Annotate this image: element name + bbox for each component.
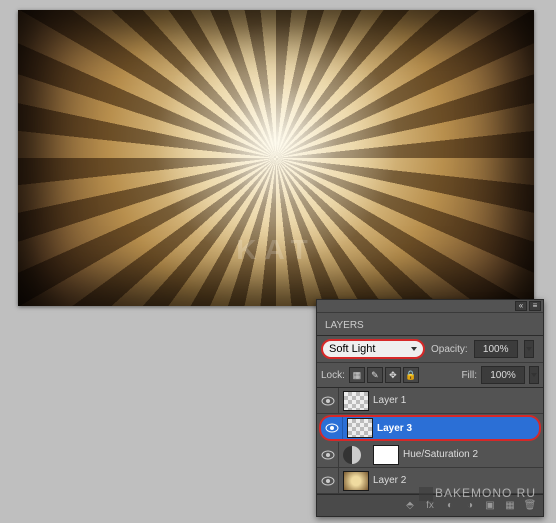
fx-icon[interactable]: fx <box>423 499 437 513</box>
layer-row[interactable]: Layer 1 <box>317 388 543 414</box>
fill-input[interactable]: 100% <box>481 366 525 384</box>
chevron-down-icon <box>526 347 532 351</box>
panel-tabs: LAYERS <box>317 313 543 336</box>
eye-icon <box>321 476 335 486</box>
visibility-toggle[interactable] <box>317 468 339 493</box>
adjustment-icon[interactable]: ◑ <box>463 499 477 513</box>
lock-all-icon[interactable]: 🔒 <box>403 367 419 383</box>
canvas-area: KAT <box>18 10 534 306</box>
fill-label: Fill: <box>461 370 477 381</box>
blend-opacity-row: Soft Light Opacity: 100% <box>317 336 543 363</box>
eye-icon <box>325 423 339 433</box>
lock-icons: ▦ ✎ ✥ 🔒 <box>349 367 419 383</box>
adjustment-icon[interactable] <box>343 446 361 464</box>
blend-mode-value: Soft Light <box>329 343 375 355</box>
eye-icon <box>321 396 335 406</box>
panel-controls: « ≡ <box>317 300 543 313</box>
layer-name[interactable]: Layer 3 <box>377 423 412 434</box>
visibility-toggle[interactable] <box>317 442 339 467</box>
lock-position-icon[interactable]: ✥ <box>385 367 401 383</box>
layer-thumbnail[interactable] <box>347 418 373 438</box>
canvas[interactable]: KAT <box>18 10 534 306</box>
visibility-toggle[interactable] <box>321 417 343 439</box>
layer-row[interactable]: Layer 2 <box>317 468 543 494</box>
tab-layers[interactable]: LAYERS <box>317 316 372 335</box>
opacity-label: Opacity: <box>431 344 468 355</box>
layer-thumbnail[interactable] <box>343 391 369 411</box>
layer-row[interactable]: Hue/Saturation 2 <box>317 442 543 468</box>
layer-name[interactable]: Layer 2 <box>373 475 406 486</box>
group-icon[interactable]: ▣ <box>483 499 497 513</box>
collapse-icon[interactable]: « <box>515 301 527 311</box>
layer-row-selected[interactable]: Layer 3 <box>319 415 541 441</box>
panel-footer: ⬘ fx ◐ ◑ ▣ ▦ 🗑 <box>317 494 543 516</box>
layer-name[interactable]: Hue/Saturation 2 <box>403 449 478 460</box>
chevron-down-icon <box>411 347 417 351</box>
watermark-text: KAT <box>236 234 315 266</box>
eye-icon <box>321 450 335 460</box>
blend-mode-select[interactable]: Soft Light <box>321 339 425 359</box>
mask-thumbnail[interactable] <box>373 445 399 465</box>
trash-icon[interactable]: 🗑 <box>523 499 537 513</box>
layer-thumbnail[interactable] <box>343 471 369 491</box>
opacity-input[interactable]: 100% <box>474 340 518 358</box>
chevron-down-icon <box>531 373 537 377</box>
layers-list: Layer 1 Layer 3 Hue/Saturation 2 Layer 2 <box>317 388 543 494</box>
lock-fill-row: Lock: ▦ ✎ ✥ 🔒 Fill: 100% <box>317 363 543 388</box>
new-layer-icon[interactable]: ▦ <box>503 499 517 513</box>
mask-icon[interactable]: ◐ <box>443 499 457 513</box>
layer-name[interactable]: Layer 1 <box>373 395 406 406</box>
lock-transparency-icon[interactable]: ▦ <box>349 367 365 383</box>
layers-panel: « ≡ LAYERS Soft Light Opacity: 100% Lock… <box>316 299 544 517</box>
visibility-toggle[interactable] <box>317 388 339 413</box>
lock-paint-icon[interactable]: ✎ <box>367 367 383 383</box>
link-icon[interactable]: ⬘ <box>403 499 417 513</box>
opacity-stepper[interactable] <box>524 340 534 358</box>
fill-stepper[interactable] <box>529 366 539 384</box>
lock-label: Lock: <box>321 370 345 381</box>
panel-menu-icon[interactable]: ≡ <box>529 301 541 311</box>
